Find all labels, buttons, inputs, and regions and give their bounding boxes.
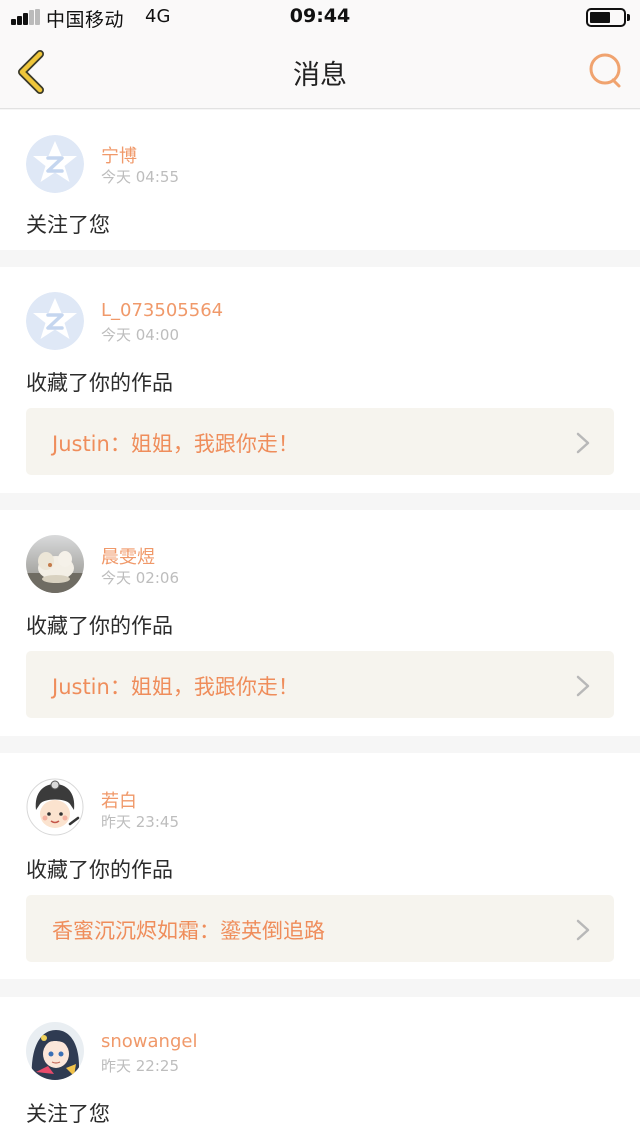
notification-action: 收藏了你的作品 [26, 858, 173, 882]
default-avatar[interactable] [26, 292, 84, 350]
work-link[interactable]: Justin：姐姐，我跟你走！ [26, 651, 614, 718]
user-name[interactable]: 晨雯煜 [101, 543, 155, 569]
search-icon [589, 53, 621, 88]
work-title: 香蜜沉沉烬如霜：鎏英倒追路 [52, 919, 325, 943]
battery-icon [586, 8, 630, 27]
notification-action: 收藏了你的作品 [26, 614, 173, 638]
chevron-right-icon [576, 432, 590, 454]
work-title: Justin：姐姐，我跟你走！ [52, 675, 299, 699]
notification-card[interactable]: 若白 昨天 23:45 收藏了你的作品 香蜜沉沉烬如霜：鎏英倒追路 [0, 753, 640, 979]
notification-time: 今天 04:55 [101, 168, 179, 186]
notification-time: 今天 02:06 [101, 569, 179, 587]
status-bar: 中国移动 4G 09:44 [0, 0, 640, 34]
notification-card[interactable]: 宁博 今天 04:55 关注了您 [0, 110, 640, 250]
user-name[interactable]: snowangel [101, 1031, 197, 1052]
page-title: 消息 [293, 60, 347, 91]
notification-time: 昨天 22:25 [101, 1057, 179, 1075]
search-button[interactable] [586, 52, 624, 90]
nav-bar: 消息 [0, 34, 640, 109]
notification-time: 昨天 23:45 [101, 813, 179, 831]
user-name[interactable]: 若白 [101, 787, 137, 813]
work-link[interactable]: 香蜜沉沉烬如霜：鎏英倒追路 [26, 895, 614, 962]
chevron-right-icon [576, 919, 590, 941]
anime-avatar[interactable] [26, 1022, 84, 1080]
notification-card[interactable]: snowangel 昨天 22:25 关注了您 [0, 997, 640, 1139]
cartoon-avatar[interactable] [26, 778, 84, 836]
user-name[interactable]: L_073505564 [101, 300, 223, 321]
notification-action: 关注了您 [26, 213, 110, 237]
notification-time: 今天 04:00 [101, 326, 179, 344]
chevron-right-icon [576, 675, 590, 697]
work-link[interactable]: Justin：姐姐，我跟你走！ [26, 408, 614, 475]
notification-card[interactable]: 晨雯煜 今天 02:06 收藏了你的作品 Justin：姐姐，我跟你走！ [0, 510, 640, 736]
work-title: Justin：姐姐，我跟你走！ [52, 432, 299, 456]
notification-action: 关注了您 [26, 1102, 110, 1126]
notification-card[interactable]: L_073505564 今天 04:00 收藏了你的作品 Justin：姐姐，我… [0, 267, 640, 493]
notification-action: 收藏了你的作品 [26, 371, 173, 395]
photo-avatar[interactable] [26, 535, 84, 593]
status-time: 09:44 [289, 5, 351, 27]
user-name[interactable]: 宁博 [101, 142, 137, 168]
default-avatar[interactable] [26, 135, 84, 193]
